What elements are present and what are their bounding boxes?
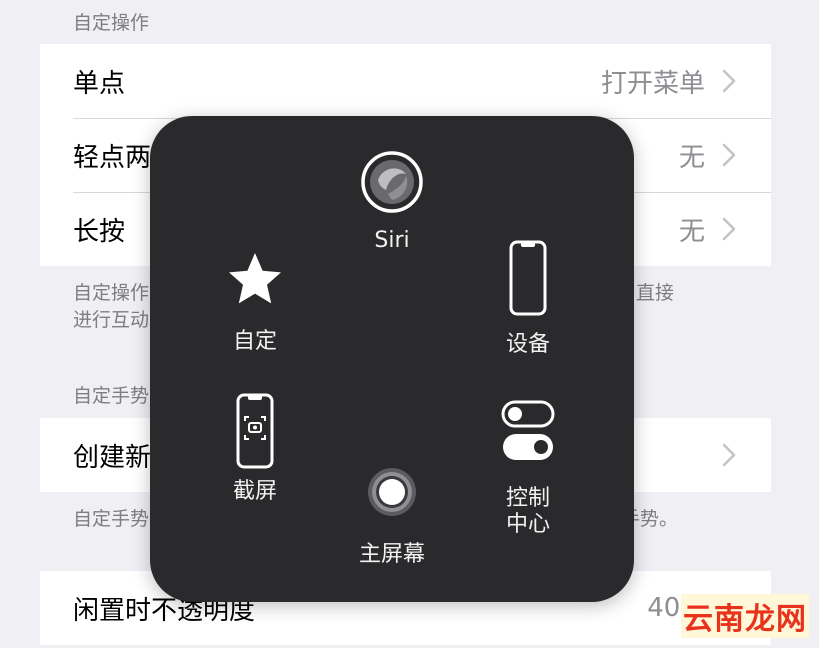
screenshot-button[interactable]: 截屏: [205, 393, 305, 505]
device-label: 设备: [505, 332, 550, 357]
custom-actions-header: 自定操作: [73, 12, 150, 34]
device-button[interactable]: 设备: [478, 240, 578, 358]
footnote-line1-left: 自定操作: [73, 282, 150, 304]
chevron-right-icon: [722, 443, 736, 467]
chevron-right-icon: [722, 69, 736, 93]
control-center-label: 控制 中心: [505, 486, 550, 537]
siri-label: Siri: [374, 228, 410, 253]
chevron-right-icon: [722, 217, 736, 241]
custom-gestures-header: 自定手势: [73, 385, 150, 407]
assistive-touch-menu: Siri 自定 设备 截屏 控制 中心 主屏幕: [150, 116, 634, 602]
footnote-line2-left: 进行互动: [73, 309, 150, 331]
single-tap-row[interactable]: 单点 打开菜单: [40, 44, 771, 118]
single-tap-label: 单点: [73, 68, 126, 99]
home-button[interactable]: 主屏幕: [332, 466, 452, 568]
toggle-switches-icon: [501, 400, 555, 460]
control-center-button[interactable]: 控制 中心: [478, 400, 578, 538]
single-tap-value: 打开菜单: [600, 68, 705, 99]
footnote-line1-right: 直接: [636, 282, 675, 304]
home-button-icon: [368, 468, 416, 516]
phone-icon: [509, 240, 547, 316]
long-press-value: 无: [678, 216, 705, 247]
screenshot-label: 截屏: [232, 479, 277, 504]
star-icon: [229, 253, 281, 304]
gesture-footnote-left: 自定手势: [73, 508, 150, 530]
siri-icon: [361, 151, 423, 213]
screenshot-icon: [236, 393, 274, 469]
watermark-logo: 云南龙网: [681, 594, 809, 638]
custom-button[interactable]: 自定: [205, 249, 305, 355]
siri-button[interactable]: Siri: [342, 150, 442, 254]
chevron-right-icon: [722, 143, 736, 167]
home-label: 主屏幕: [358, 542, 425, 567]
custom-label: 自定: [232, 329, 277, 354]
double-tap-value: 无: [678, 142, 705, 173]
